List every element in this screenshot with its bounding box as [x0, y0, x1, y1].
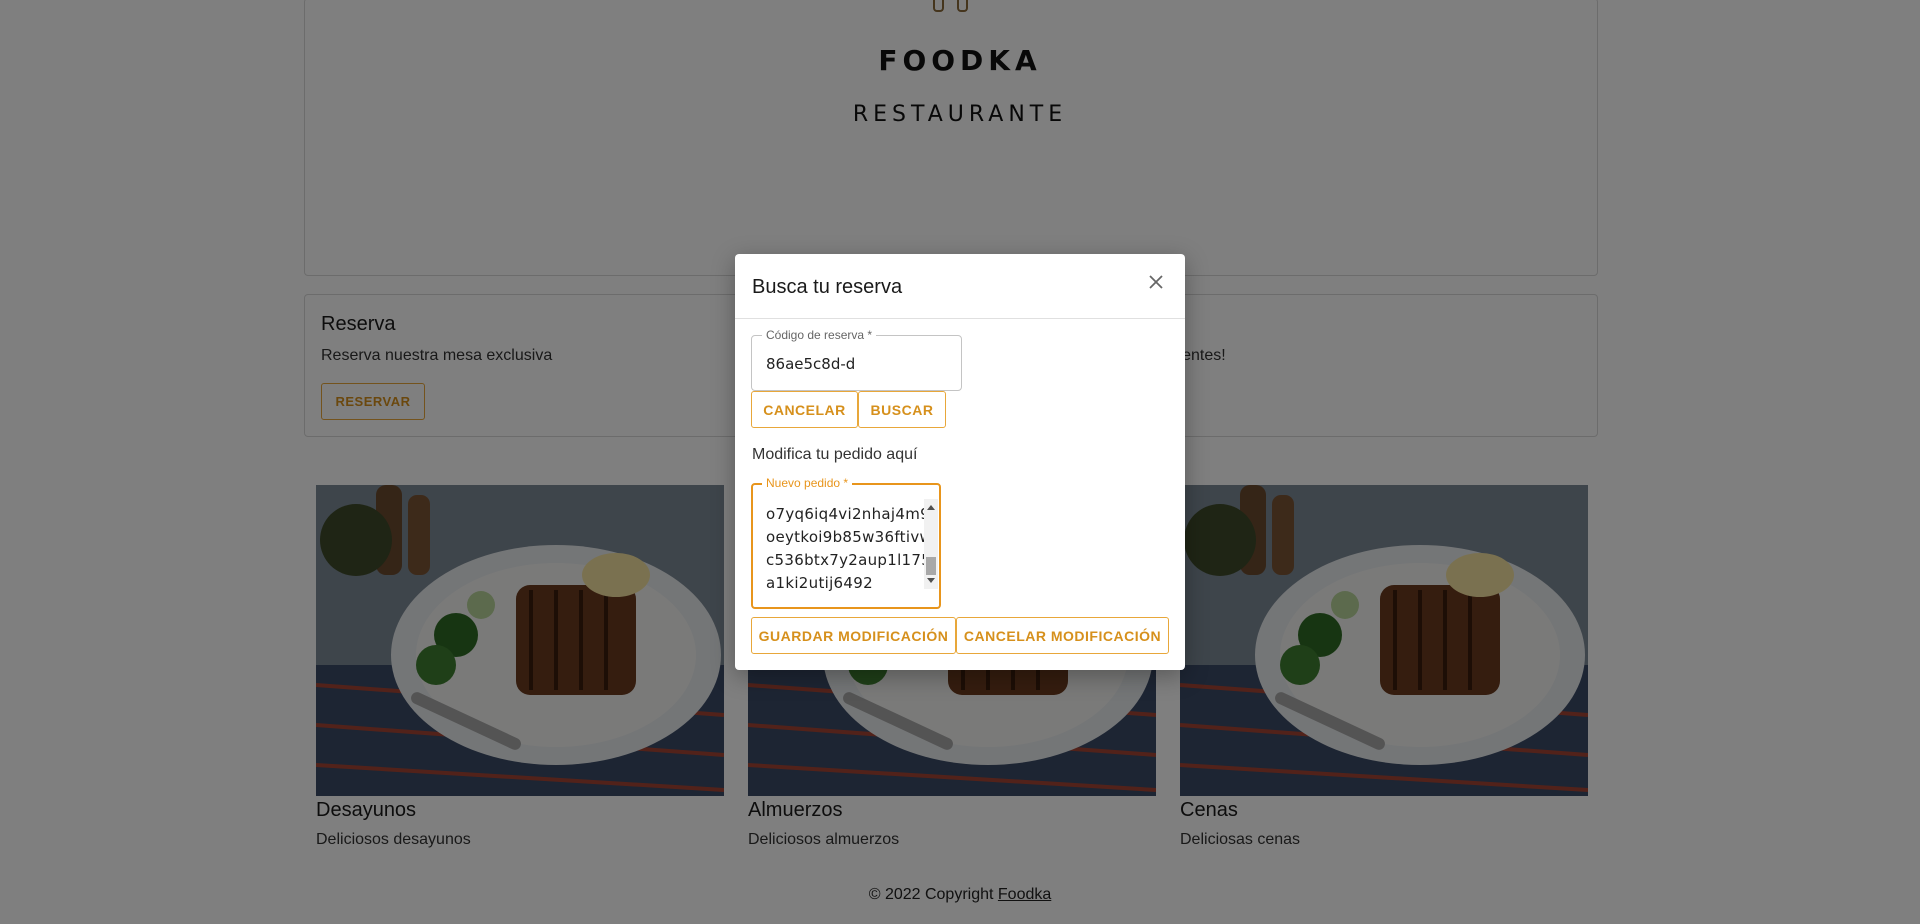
new-order-textarea[interactable]: o7yq6iq4vi2nhaj4m9 oeytkoi9b85w36ftivw c…: [766, 503, 932, 595]
reservation-code-field[interactable]: Código de reserva * 86ae5c8d-d: [751, 328, 962, 391]
dialog-divider: [735, 318, 1185, 319]
new-order-label: Nuevo pedido *: [762, 476, 853, 490]
search-reservation-dialog: Busca tu reserva Código de reserva * 86a…: [735, 254, 1185, 670]
scroll-up-icon[interactable]: [927, 505, 935, 510]
reservation-code-label: Código de reserva *: [762, 328, 877, 342]
scroll-thumb[interactable]: [926, 557, 936, 575]
page: FOODKA RESTAURANTE Reserva Reserva nuest…: [0, 0, 1920, 924]
modify-order-label: Modifica tu pedido aquí: [752, 446, 918, 463]
reservation-code-value[interactable]: 86ae5c8d-d: [766, 355, 855, 373]
new-order-field[interactable]: Nuevo pedido * o7yq6iq4vi2nhaj4m9 oeytko…: [751, 476, 941, 609]
cancel-button[interactable]: CANCELAR: [751, 391, 858, 428]
dialog-title: Busca tu reserva: [752, 276, 903, 298]
textarea-scrollbar[interactable]: [924, 499, 938, 589]
cancel-modification-button[interactable]: CANCELAR MODIFICACIÓN: [956, 617, 1169, 654]
search-button[interactable]: BUSCAR: [858, 391, 946, 428]
close-icon[interactable]: [1144, 270, 1168, 294]
scroll-down-icon[interactable]: [927, 578, 935, 583]
save-modification-button[interactable]: GUARDAR MODIFICACIÓN: [751, 617, 956, 654]
